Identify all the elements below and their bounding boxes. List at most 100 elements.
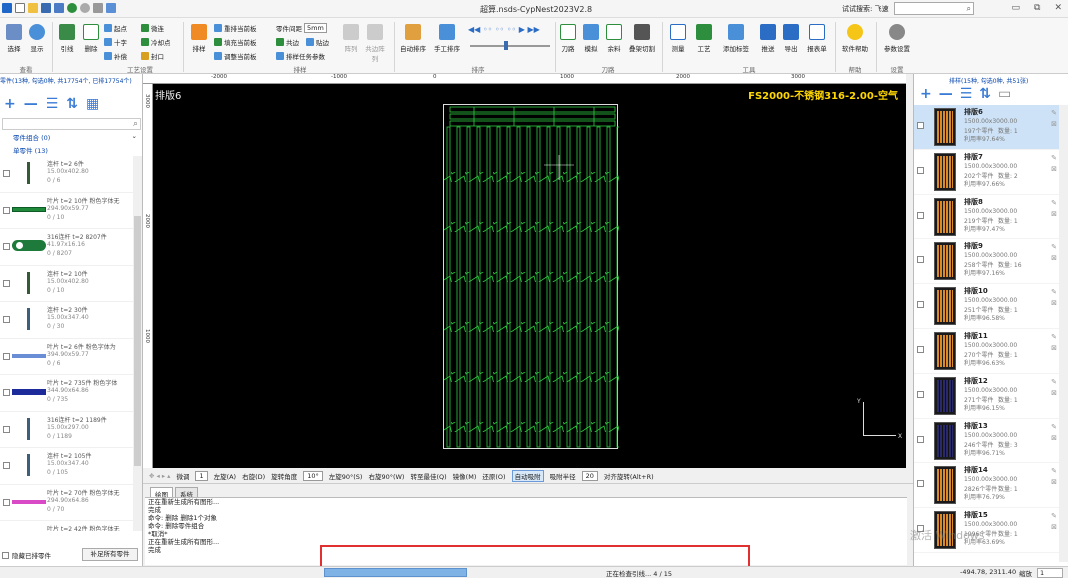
app-menu-icon[interactable] [2,3,12,13]
sheet-edit-icon[interactable]: ✎ [1051,288,1057,296]
zoom-select[interactable]: 1 [1037,568,1063,578]
fill-current-button[interactable]: 填充当前板 [214,37,257,47]
common-edge-button[interactable]: 共边 [276,37,299,47]
part-item[interactable]: 连杆 t=2 30件 15.00x347.40 0 / 30 [0,302,133,339]
sheet-export-icon[interactable]: ⊠ [1051,210,1057,218]
sort-sheets-icon[interactable]: ⇅ [979,86,991,102]
rotate-left-button[interactable]: 左旋(A) [214,471,237,481]
sheet-edit-icon[interactable]: ✎ [1051,154,1057,162]
sheet-export-icon[interactable]: ⊠ [1051,523,1057,531]
nest-canvas[interactable]: 排版6 FS2000-不锈钢316-2.00-空气 Y X [153,84,906,468]
sheet-checkbox[interactable] [917,480,924,488]
part-item[interactable]: 叶片 t=2 10件 粉色字体无 294.90x59.77 0 / 10 [0,193,133,229]
rotate-left-90-button[interactable]: 左旋90°(S) [329,471,363,481]
delete-button[interactable]: 删除 [80,24,102,53]
export-button[interactable]: 导出 [780,24,802,53]
part-item[interactable]: 连杆 t=2 10件 15.00x402.80 0 / 10 [0,266,133,302]
part-item[interactable]: 连杆 t=2 105件 15.00x347.40 0 / 105 [0,448,133,485]
adjacent-button[interactable]: 贴边 [306,37,329,47]
sheet-item[interactable]: 排版8 1500.00x3000.00 219个零件 数量: 1 利用率97.47% ✎ ⊠ [914,195,1059,240]
measure-button[interactable]: 测量 [667,24,689,53]
sheet-edit-icon[interactable]: ✎ [1051,243,1057,251]
common-array-button[interactable]: 共边阵列 [364,24,386,63]
select-button[interactable]: 选择 [4,24,24,53]
sheet-checkbox[interactable] [917,390,924,398]
nest-params-button[interactable]: 排样任务参数 [276,51,325,61]
array-button[interactable]: 阵列 [340,24,362,53]
cooling-point-button[interactable]: 冷却点 [141,37,171,47]
sheet-checkbox[interactable] [917,166,924,174]
hide-placed-toggle[interactable]: 隐藏已排零件 [2,550,51,560]
single-part-row[interactable]: 单零件 (13) [0,145,48,155]
nudge-arrows-icon[interactable]: ✥ ◂ ▸ ▴ [149,472,170,480]
fill-all-parts-button[interactable]: 补足所有零件 [82,548,138,561]
part-checkbox[interactable] [3,170,10,177]
sheet-item[interactable]: 排版9 1500.00x3000.00 258个零件 数量: 16 利用率97.16% ✎… [914,239,1059,285]
fine-tune-select[interactable]: 1 [195,470,208,481]
part-gap-select[interactable]: 5mm [304,23,327,33]
sheet-checkbox[interactable] [917,211,924,219]
redo-current-button[interactable]: 重排当前板 [214,23,257,33]
add-sheet-icon[interactable]: + [920,86,932,102]
restore-icon[interactable]: ⧉ [1034,3,1040,13]
settings-small-icon[interactable] [93,3,103,13]
scrollbar-thumb[interactable] [134,216,141,466]
search-icon[interactable]: ⌕ [967,4,971,14]
stack-cut-button[interactable]: 叠架切割 [627,24,657,53]
slider-handle[interactable] [504,41,508,50]
sheet-checkbox[interactable] [917,435,924,443]
sheet-export-icon[interactable]: ⊠ [1051,299,1057,307]
part-item[interactable]: 叶片 t=2 70件 粉色字体无 294.90x64.86 0 / 70 [0,485,133,521]
sheet-edit-icon[interactable]: ✎ [1051,109,1057,117]
leadin-button[interactable]: 引线 [56,24,78,53]
sheet-edit-icon[interactable]: ✎ [1051,333,1057,341]
chevron-down-icon[interactable]: ⌄ [132,132,137,140]
save-icon[interactable] [41,3,51,13]
sheet-export-icon[interactable]: ⊠ [1051,120,1057,128]
sheet-export-icon[interactable]: ⊠ [1051,478,1057,486]
restore-button[interactable]: 还原(O) [482,471,505,481]
part-item[interactable]: 连杆 t=2 6件 15.00x402.80 0 / 6 [0,156,133,193]
rotate-right-button[interactable]: 右旋(D) [242,471,265,481]
parts-scrollbar[interactable] [133,156,142,531]
sheet-item[interactable]: 排版12 1500.00x3000.00 271个零件 数量: 1 利用率96.15% ✎… [914,374,1059,419]
sheet-checkbox[interactable] [917,122,924,129]
part-checkbox[interactable] [3,279,10,287]
param-settings-button[interactable]: 参数设置 [880,24,914,53]
cross-button[interactable]: 十字 [104,37,127,47]
part-checkbox[interactable] [3,206,10,214]
list-view-icon[interactable]: ☰ [960,86,973,102]
micro-connect-button[interactable]: 微连 [141,23,164,33]
start-point-button[interactable]: 起点 [104,23,127,33]
sheet-item[interactable]: 排版13 1500.00x3000.00 246个零件 数量: 3 利用率96.71% ✎… [914,419,1059,464]
search-icon[interactable]: ⌕ [133,119,138,129]
process-button[interactable]: 工艺 [693,24,715,53]
sheet-edit-icon[interactable]: ✎ [1051,423,1057,431]
part-checkbox[interactable] [3,352,10,360]
sheet-export-icon[interactable]: ⊠ [1051,254,1057,262]
sort-parts-icon[interactable]: ⇅ [66,96,78,112]
sheet-export-icon[interactable]: ⊠ [1051,389,1057,397]
new-file-icon[interactable] [15,3,25,13]
auto-attach-toggle[interactable]: 自动吸附 [511,469,544,482]
simulate-button[interactable]: 模拟 [581,24,601,53]
sheet-item[interactable]: 排版14 1500.00x3000.00 2826个零件 数量: 1 利用率76.79%… [914,463,1059,509]
part-item[interactable]: 叶片 t=2 735件 粉色字体 344.90x64.86 0 / 735 [0,375,133,412]
report-button[interactable]: 报表单 [803,24,831,53]
sheet-edit-icon[interactable]: ✎ [1051,467,1057,475]
manual-sort-button[interactable]: 手工排序 [432,24,462,53]
sheet-edit-icon[interactable]: ✎ [1051,512,1057,520]
part-gap-control[interactable]: 零件间距 5mm [276,23,327,33]
hide-placed-checkbox[interactable] [2,551,9,559]
sort-button[interactable]: 排样 [188,24,210,53]
sheet-edit-icon[interactable]: ✎ [1051,199,1057,207]
sheet-item[interactable]: 排版11 1500.00x3000.00 270个零件 数量: 1 利用率96.63% ✎… [914,329,1059,374]
adjust-current-button[interactable]: 调整当前板 [214,51,257,61]
rotate-best-button[interactable]: 转至最佳(Q) [410,471,446,481]
sheet-item[interactable]: 排版6 1500.00x3000.00 197个零件 数量: 1 利用率97.64% ✎ ⊠ [914,105,1059,150]
compensate-button[interactable]: 补偿 [104,51,127,61]
sort-slider[interactable] [470,41,550,50]
sheet-outline[interactable] [443,104,619,450]
open-folder-icon[interactable] [28,3,38,13]
sheet-item[interactable]: 排版7 1500.00x3000.00 202个零件 数量: 2 利用率97.66% ✎ ⊠ [914,150,1059,195]
